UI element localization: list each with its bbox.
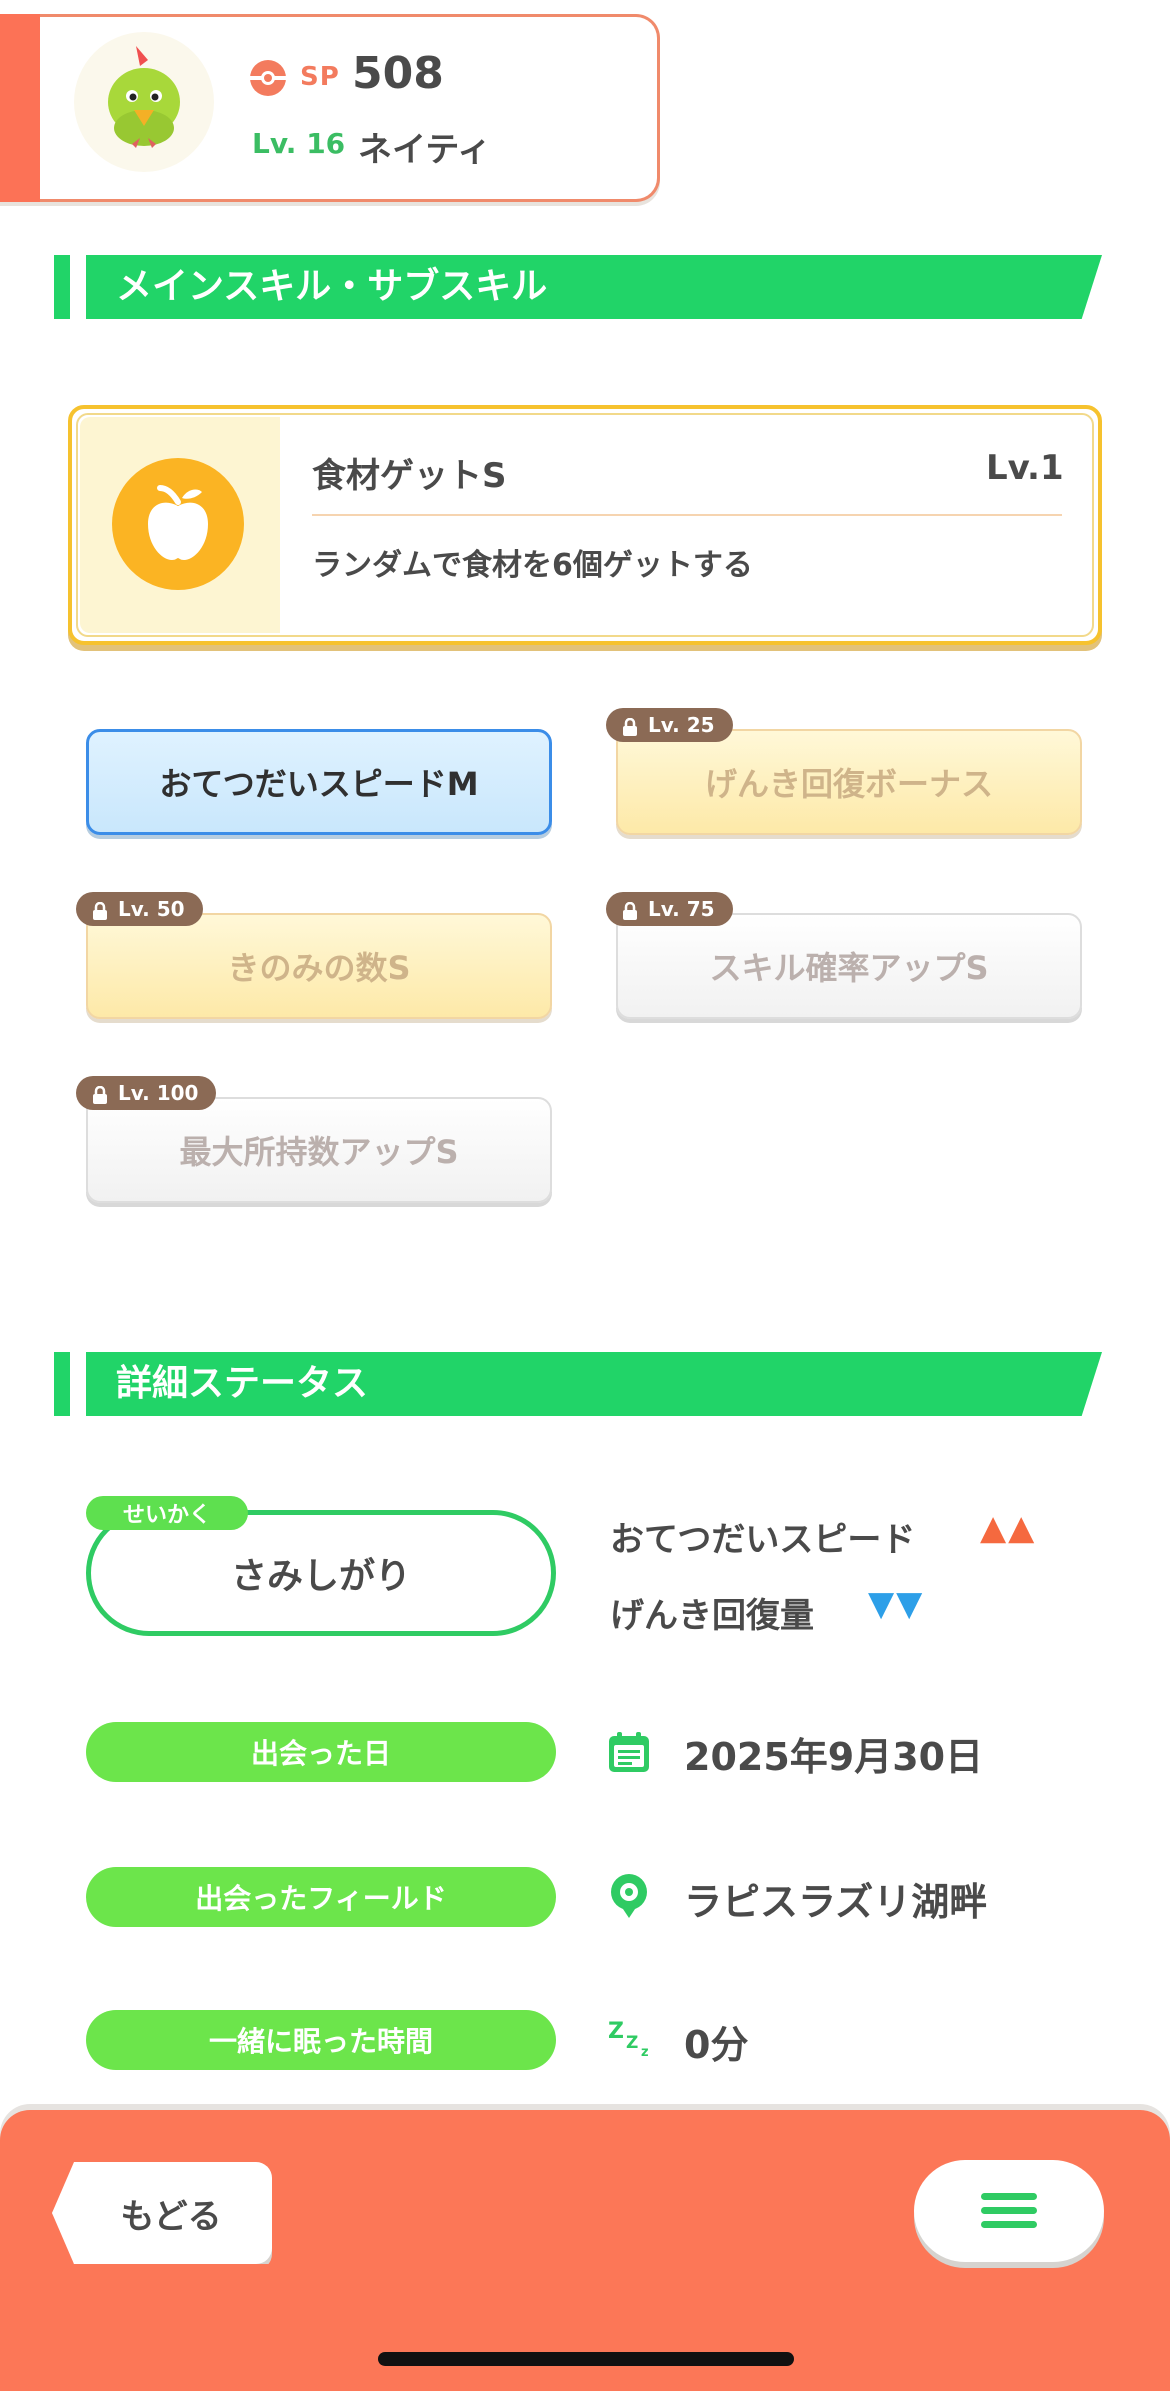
svg-text:z: z	[641, 2045, 649, 2060]
calendar-icon	[606, 1730, 652, 1780]
lock-icon	[92, 1085, 108, 1104]
met-date-label: 出会った日	[86, 1722, 556, 1782]
menu-button[interactable]	[914, 2160, 1104, 2262]
hamburger-icon	[981, 2193, 1037, 2228]
nature-value: さみしがり	[230, 1556, 411, 1597]
subskill-button-2[interactable]: げんき回復ボーナス	[616, 729, 1082, 835]
met-date-value: 2025年9月30日	[684, 1735, 984, 1779]
main-skill-description: ランダムで食材を6個ゲットする	[312, 548, 753, 583]
nature-tag: せいかく	[86, 1496, 248, 1530]
back-button-label: もどる	[120, 2196, 222, 2237]
unlock-level-tag: Lv. 100	[76, 1076, 217, 1110]
home-indicator[interactable]	[378, 2352, 794, 2366]
nature-up-stat: おてつだいスピード	[610, 1520, 916, 1560]
back-button[interactable]: もどる	[52, 2162, 272, 2264]
lock-icon	[92, 901, 108, 920]
stat-down-icon: ▼▼	[868, 1584, 925, 1624]
lock-icon	[622, 717, 638, 736]
sleep-time-value: 0分	[684, 2023, 749, 2067]
section-accent	[54, 255, 70, 319]
sp-label: SP	[300, 62, 340, 92]
main-skill-level: Lv.1	[986, 448, 1064, 488]
subskill-name: スキル確率アップS	[709, 949, 989, 987]
main-skill-name: 食材ゲットS	[312, 456, 507, 496]
unlock-level-text: Lv. 75	[648, 897, 715, 921]
section-title-status: 詳細ステータス	[116, 1363, 369, 1404]
sleep-time-label: 一緒に眠った時間	[86, 2010, 556, 2070]
sp-value: 508	[352, 48, 444, 99]
met-field-label: 出会ったフィールド	[86, 1867, 556, 1927]
subskill-button-3[interactable]: きのみの数S	[86, 913, 552, 1019]
apple-icon	[112, 458, 244, 590]
section-title-skills: メインスキル・サブスキル	[116, 266, 548, 307]
pokemon-name: ネイティ	[358, 130, 492, 170]
lock-icon	[622, 901, 638, 920]
pokeball-icon	[248, 58, 288, 98]
subskill-button-4[interactable]: スキル確率アップS	[616, 913, 1082, 1019]
unlock-level-tag: Lv. 50	[76, 892, 203, 926]
svg-text:Z: Z	[608, 2019, 624, 2044]
section-accent	[54, 1352, 70, 1416]
unlock-level-text: Lv. 25	[648, 713, 715, 737]
unlock-level-tag: Lv. 25	[606, 708, 733, 742]
met-field-value: ラピスラズリ湖畔	[684, 1880, 988, 1924]
pokemon-avatar	[74, 32, 214, 172]
subskill-name: げんき回復ボーナス	[704, 765, 993, 803]
stat-up-icon: ▲▲	[980, 1508, 1037, 1548]
subskill-name: おてつだいスピードM	[159, 765, 479, 803]
natu-sprite-icon	[108, 46, 180, 148]
subskill-button-5[interactable]: 最大所持数アップS	[86, 1097, 552, 1203]
unlock-level-text: Lv. 50	[118, 897, 185, 921]
nature-down-stat: げんき回復量	[610, 1596, 814, 1636]
subskill-name: きのみの数S	[227, 949, 411, 987]
pokemon-level: Lv. 16	[252, 127, 346, 160]
subskill-name: 最大所持数アップS	[179, 1133, 459, 1171]
unlock-level-tag: Lv. 75	[606, 892, 733, 926]
pokemon-card-stripe	[0, 14, 40, 202]
subskill-button-1[interactable]: おてつだいスピードM	[86, 729, 552, 835]
main-skill-divider	[312, 514, 1062, 516]
unlock-level-text: Lv. 100	[118, 1081, 199, 1105]
location-pin-icon	[606, 1872, 652, 1928]
sleep-zzz-icon: Z Z z	[606, 2016, 660, 2064]
svg-text:Z: Z	[626, 2033, 638, 2053]
